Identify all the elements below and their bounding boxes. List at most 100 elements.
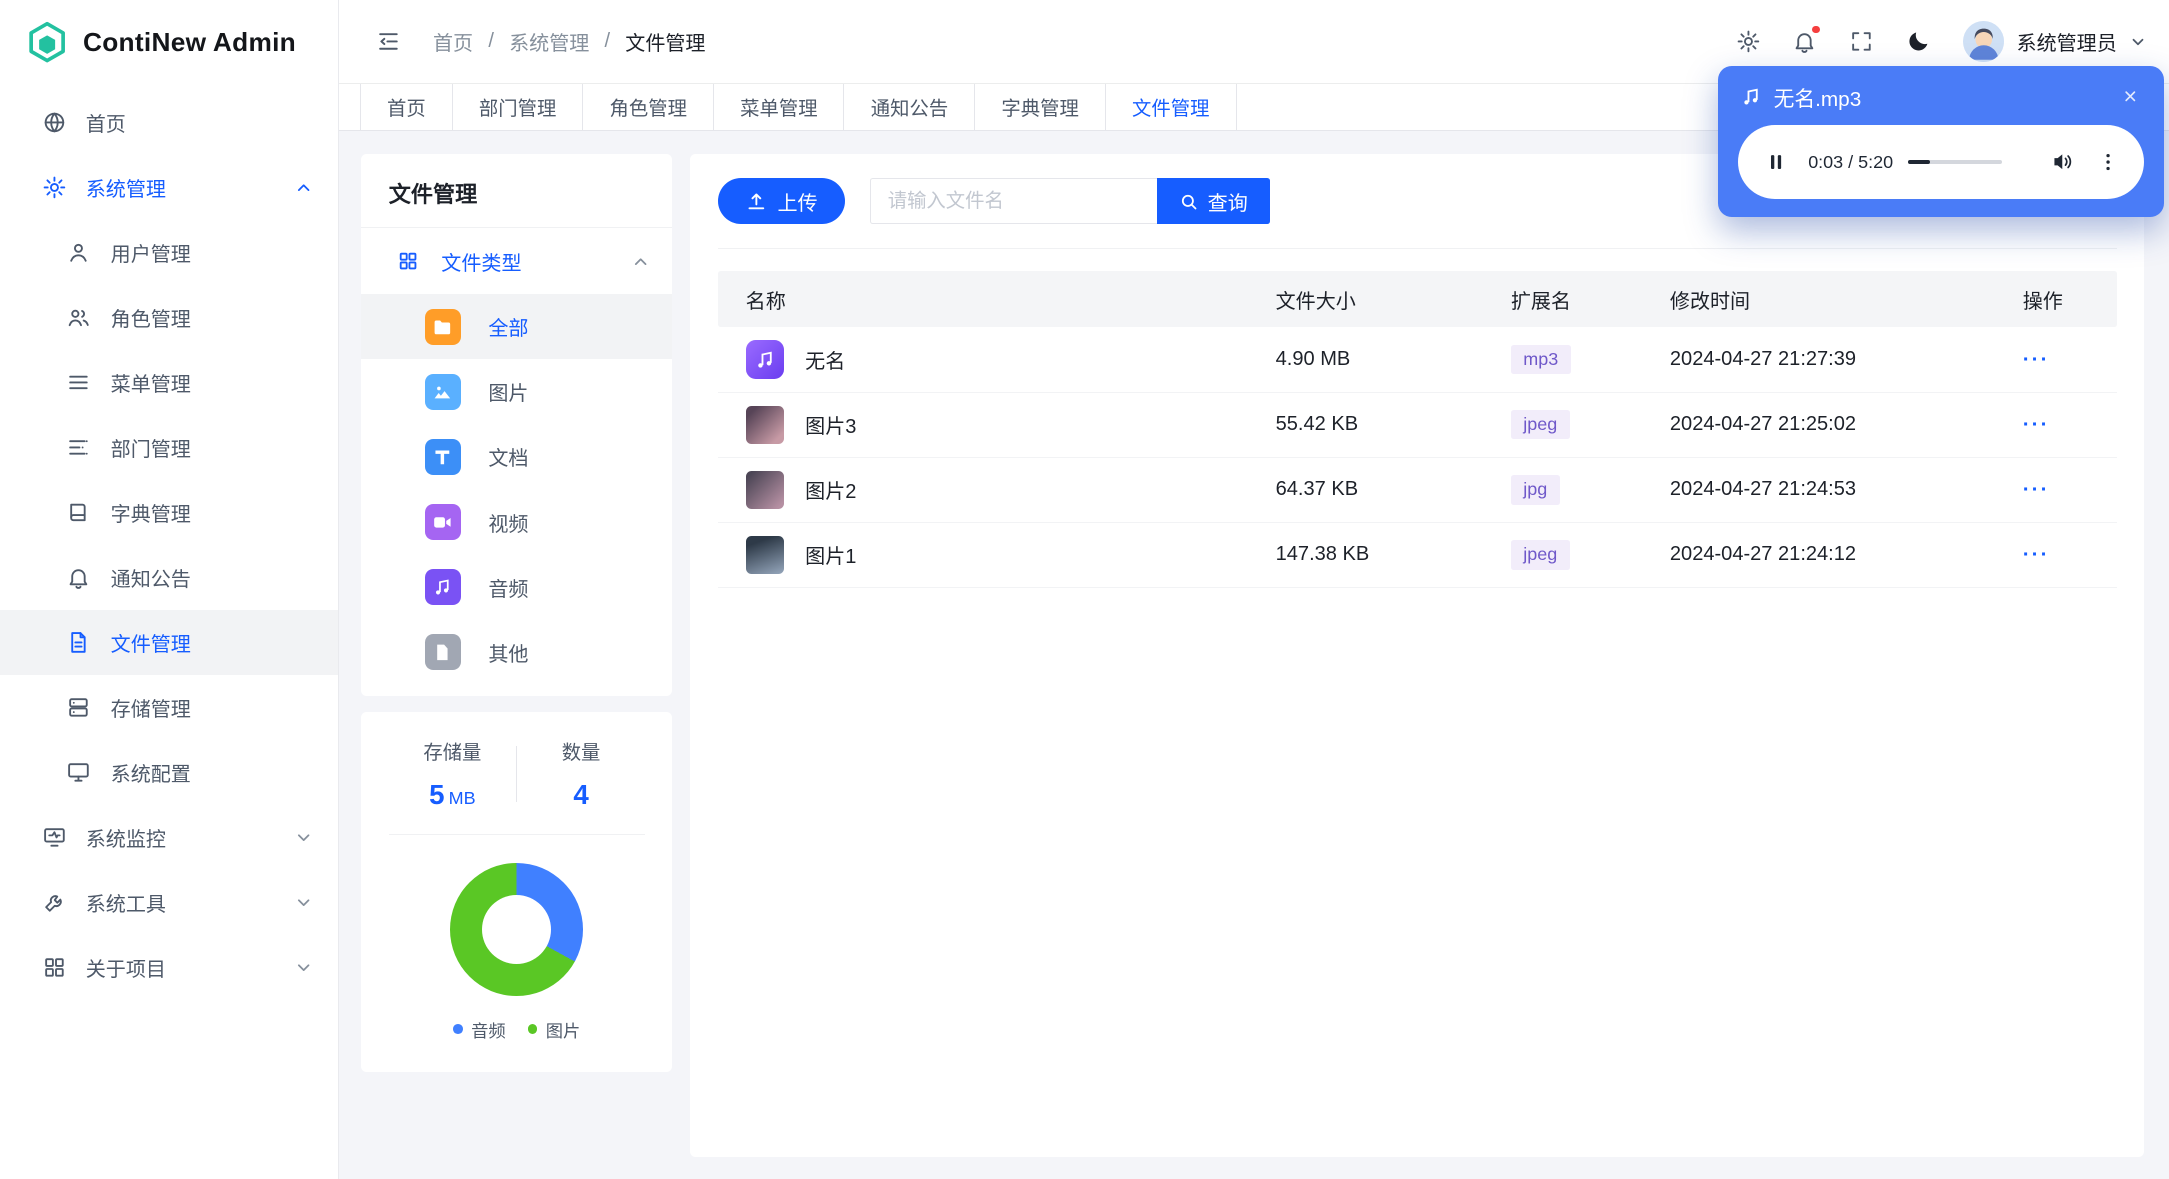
query-button[interactable]: 查询	[1156, 178, 1270, 225]
sidebar: ContiNew Admin 首页 系统管理 用户管理 角色管理 菜单管理 部门…	[0, 0, 339, 1179]
legend-item-image[interactable]: 图片	[527, 1017, 581, 1042]
user-icon	[70, 243, 88, 262]
tab-notice[interactable]: 通知公告	[843, 84, 976, 131]
file-type-audio[interactable]: 音频	[361, 555, 672, 620]
file-time: 2024-04-27 21:27:39	[1653, 327, 2007, 393]
sidebar-item-notice[interactable]: 通知公告	[0, 545, 338, 610]
dark-mode-button[interactable]	[1895, 18, 1942, 65]
file-type-label: 视频	[488, 513, 529, 536]
sidebar-item-label: 角色管理	[110, 308, 191, 331]
sidebar-item-label: 用户管理	[110, 243, 191, 266]
app-window: ContiNew Admin 首页 系统管理 用户管理 角色管理 菜单管理 部门…	[0, 0, 2169, 1179]
file-type-image[interactable]: 图片	[361, 359, 672, 424]
file-type-video[interactable]: 视频	[361, 490, 672, 555]
tab-menu-management[interactable]: 菜单管理	[712, 84, 845, 131]
sidebar-item-label: 系统工具	[85, 894, 166, 917]
table-row[interactable]: 图片3 55.42 KB jpeg 2024-04-27 21:25:02 ··…	[718, 392, 2117, 458]
table-row[interactable]: 图片2 64.37 KB jpg 2024-04-27 21:24:53 ···	[718, 457, 2117, 523]
sidebar-item-system-monitor[interactable]: 系统监控	[0, 805, 338, 870]
sidebar-item-user-management[interactable]: 用户管理	[0, 220, 338, 285]
notifications-button[interactable]	[1781, 18, 1828, 65]
file-name[interactable]: 图片1	[805, 540, 856, 569]
sidebar-item-storage-management[interactable]: 存储管理	[0, 675, 338, 740]
sidebar-item-system-config[interactable]: 系统配置	[0, 740, 338, 805]
users-icon	[69, 309, 90, 327]
sidebar-item-home[interactable]: 首页	[0, 90, 338, 155]
wrench-icon	[44, 895, 62, 912]
volume-button[interactable]	[2046, 145, 2079, 178]
legend-label: 图片	[545, 1020, 581, 1041]
breadcrumb-item[interactable]: 首页	[433, 27, 473, 56]
grid-icon	[399, 252, 417, 270]
file-name[interactable]: 图片3	[805, 410, 856, 439]
file-type-document[interactable]: 文档	[361, 424, 672, 489]
table-row[interactable]: 图片1 147.38 KB jpeg 2024-04-27 21:24:12 ·…	[718, 522, 2117, 588]
storage-panel: 存储量 5 MB 数量 4 音频 图片	[361, 712, 673, 1073]
file-name[interactable]: 无名	[805, 345, 845, 374]
file-table: 名称 文件大小 扩展名 修改时间 操作 无名 4.90 MB mp3 2024-…	[718, 270, 2117, 588]
settings-button[interactable]	[1725, 18, 1772, 65]
sidebar-item-menu-management[interactable]: 菜单管理	[0, 350, 338, 415]
file-name[interactable]: 图片2	[805, 475, 856, 504]
book-icon	[70, 503, 87, 522]
sidebar-item-about-project[interactable]: 关于项目	[0, 935, 338, 1000]
fullscreen-button[interactable]	[1838, 18, 1885, 65]
sidebar-item-role-management[interactable]: 角色管理	[0, 285, 338, 350]
tab-dict-management[interactable]: 字典管理	[974, 84, 1107, 131]
legend-dot	[527, 1024, 538, 1034]
search-input[interactable]	[870, 178, 1157, 225]
row-actions-button[interactable]: ···	[2023, 543, 2050, 566]
file-type-all[interactable]: 全部	[361, 294, 673, 360]
legend-dot	[453, 1024, 463, 1034]
file-type-section-toggle[interactable]: 文件类型	[361, 228, 672, 294]
table-row[interactable]: 无名 4.90 MB mp3 2024-04-27 21:27:39 ···	[718, 327, 2117, 393]
row-actions-button[interactable]: ···	[2023, 478, 2050, 501]
tab-label: 首页	[386, 98, 426, 121]
fullscreen-icon	[1852, 32, 1871, 51]
tab-role-management[interactable]: 角色管理	[582, 84, 715, 131]
image-thumbnail	[745, 405, 785, 445]
file-time: 2024-04-27 21:25:02	[1653, 392, 2007, 458]
app-logo[interactable]: ContiNew Admin	[0, 0, 338, 84]
ext-tag: mp3	[1510, 345, 1571, 375]
breadcrumb: 首页 / 系统管理 / 文件管理	[433, 27, 705, 56]
sidebar-item-system-tools[interactable]: 系统工具	[0, 870, 338, 935]
audio-title: 无名.mp3	[1773, 87, 1862, 111]
column-header-size: 文件大小	[1259, 270, 1495, 328]
count-stat: 数量 4	[517, 737, 644, 811]
player-more-button[interactable]	[2095, 145, 2123, 178]
tab-file-management[interactable]: 文件管理	[1104, 84, 1237, 131]
grid-icon	[44, 958, 64, 977]
breadcrumb-item[interactable]: 系统管理	[509, 27, 589, 56]
audio-player: 无名.mp3 0:03 / 5:20	[1718, 66, 2164, 217]
chevron-up-icon	[297, 184, 310, 191]
file-size: 147.38 KB	[1259, 522, 1495, 588]
ext-tag: jpg	[1510, 475, 1560, 505]
sidebar-item-file-management[interactable]: 文件管理	[0, 610, 338, 676]
row-actions-button[interactable]: ···	[2023, 413, 2050, 436]
user-menu[interactable]: 系统管理员	[1962, 20, 2148, 63]
tab-home[interactable]: 首页	[359, 84, 453, 131]
monitor-icon	[68, 763, 90, 782]
divider	[718, 247, 2117, 249]
chevron-up-icon	[634, 257, 647, 265]
sidebar-item-dept-management[interactable]: 部门管理	[0, 415, 338, 480]
sidebar-collapse-button[interactable]	[367, 20, 411, 64]
chevron-down-icon	[297, 964, 310, 971]
sidebar-item-label: 存储管理	[110, 699, 191, 722]
close-player-button[interactable]	[2117, 83, 2145, 111]
row-actions-button[interactable]: ···	[2023, 348, 2050, 371]
music-file-icon	[745, 340, 785, 380]
upload-button[interactable]: 上传	[718, 178, 846, 225]
pause-button[interactable]	[1760, 145, 1793, 178]
seek-slider[interactable]	[1908, 160, 2003, 165]
sidebar-item-system-management[interactable]: 系统管理	[0, 155, 338, 220]
file-type-other[interactable]: 其他	[361, 620, 672, 685]
app-title: ContiNew Admin	[82, 26, 296, 57]
sidebar-item-dict-management[interactable]: 字典管理	[0, 480, 338, 545]
sidebar-item-label: 字典管理	[110, 504, 191, 527]
tab-dept-management[interactable]: 部门管理	[451, 84, 584, 131]
pause-icon	[1771, 155, 1782, 169]
seek-slider-fill	[1908, 160, 1931, 165]
legend-item-audio[interactable]: 音频	[453, 1017, 506, 1042]
